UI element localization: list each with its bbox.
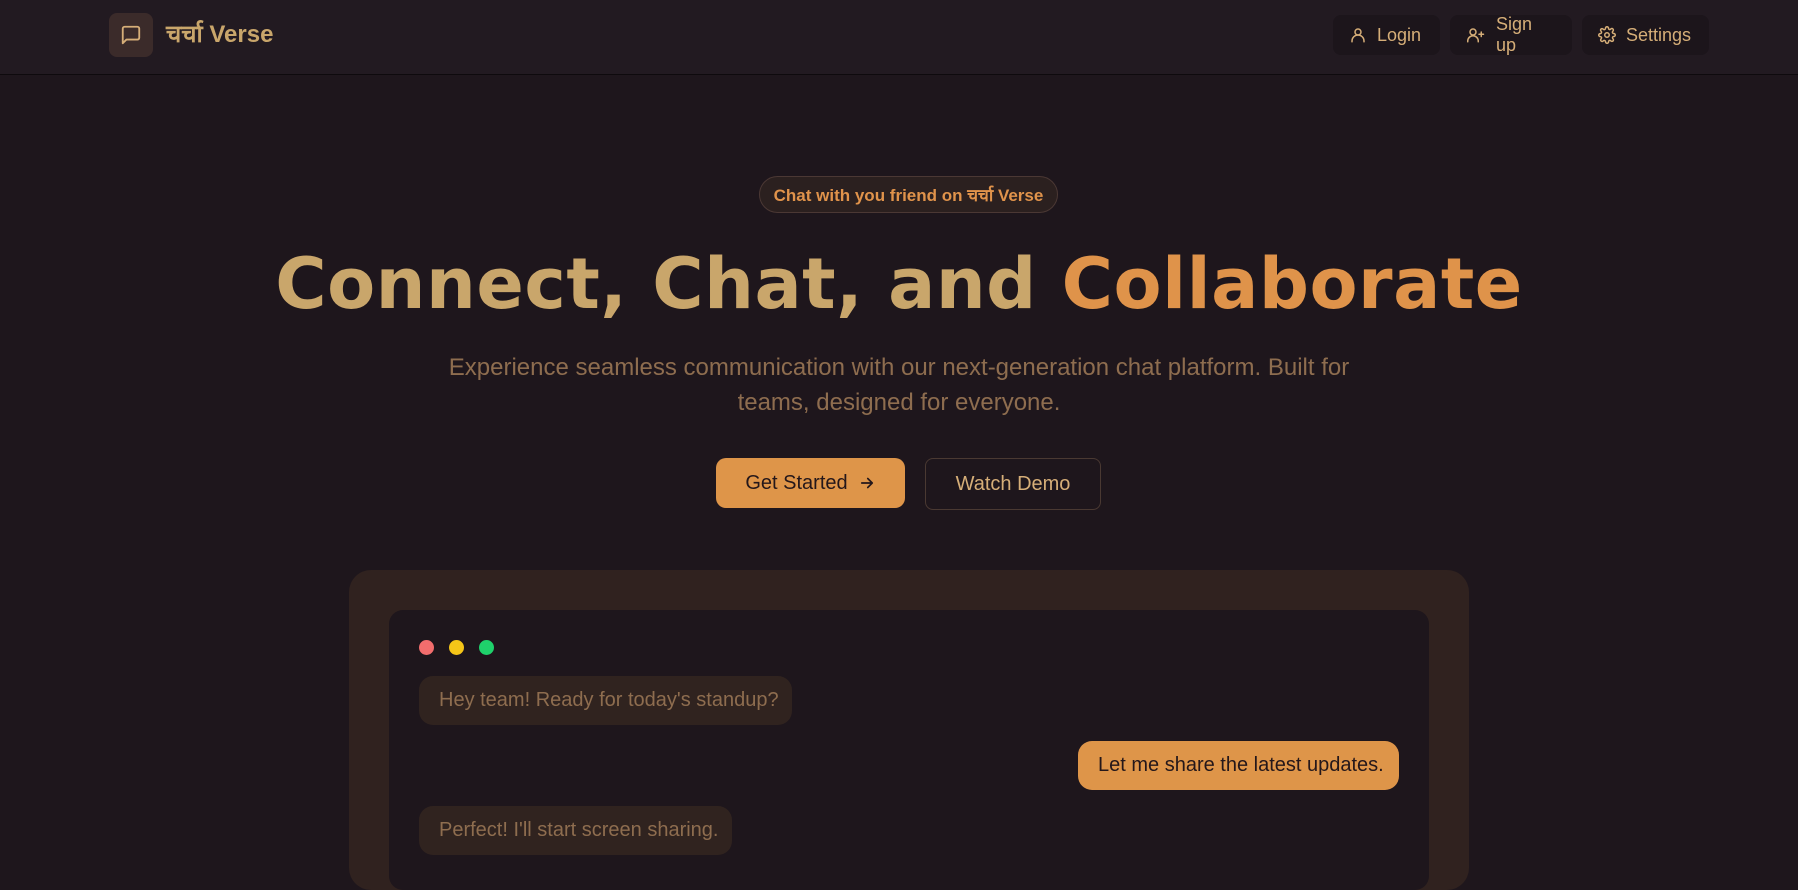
login-button[interactable]: Login (1333, 15, 1440, 55)
chat-message-outgoing: Let me share the latest updates. (1078, 741, 1399, 790)
watch-demo-label: Watch Demo (955, 472, 1071, 495)
message-square-icon (120, 24, 142, 46)
chat-message-incoming: Perfect! I'll start screen sharing. (419, 806, 732, 855)
announcement-badge: Chat with you friend on चर्चा Verse (759, 176, 1058, 213)
settings-button[interactable]: Settings (1582, 15, 1709, 55)
brand-name[interactable]: चर्चा Verse (166, 19, 273, 51)
window-close-dot (419, 640, 434, 655)
window-minimize-dot (449, 640, 464, 655)
sign-up-button[interactable]: Sign up (1450, 14, 1572, 55)
user-icon (1349, 26, 1367, 44)
gear-icon (1598, 26, 1616, 44)
arrow-right-icon (858, 474, 876, 492)
hero-title: Connect, Chat, and Collaborate (0, 238, 1798, 330)
hero-subtitle: Experience seamless communication with o… (448, 354, 1350, 416)
sign-up-label: Sign up (1496, 14, 1533, 55)
get-started-button[interactable]: Get Started (716, 458, 905, 508)
get-started-label: Get Started (745, 471, 848, 494)
settings-label: Settings (1626, 24, 1692, 45)
chat-message-incoming: Hey team! Ready for today's standup? (419, 676, 792, 725)
window-maximize-dot (479, 640, 494, 655)
watch-demo-button[interactable]: Watch Demo (925, 458, 1101, 510)
user-plus-icon (1466, 26, 1486, 44)
login-label: Login (1377, 24, 1422, 45)
logo[interactable] (109, 13, 153, 57)
hero-title-part-2: Collaborate (1061, 243, 1523, 325)
top-navigation-bar: चर्चा Verse Login Sign up Settings (0, 0, 1798, 75)
hero-title-part-1: Connect, Chat, and (275, 243, 1062, 325)
